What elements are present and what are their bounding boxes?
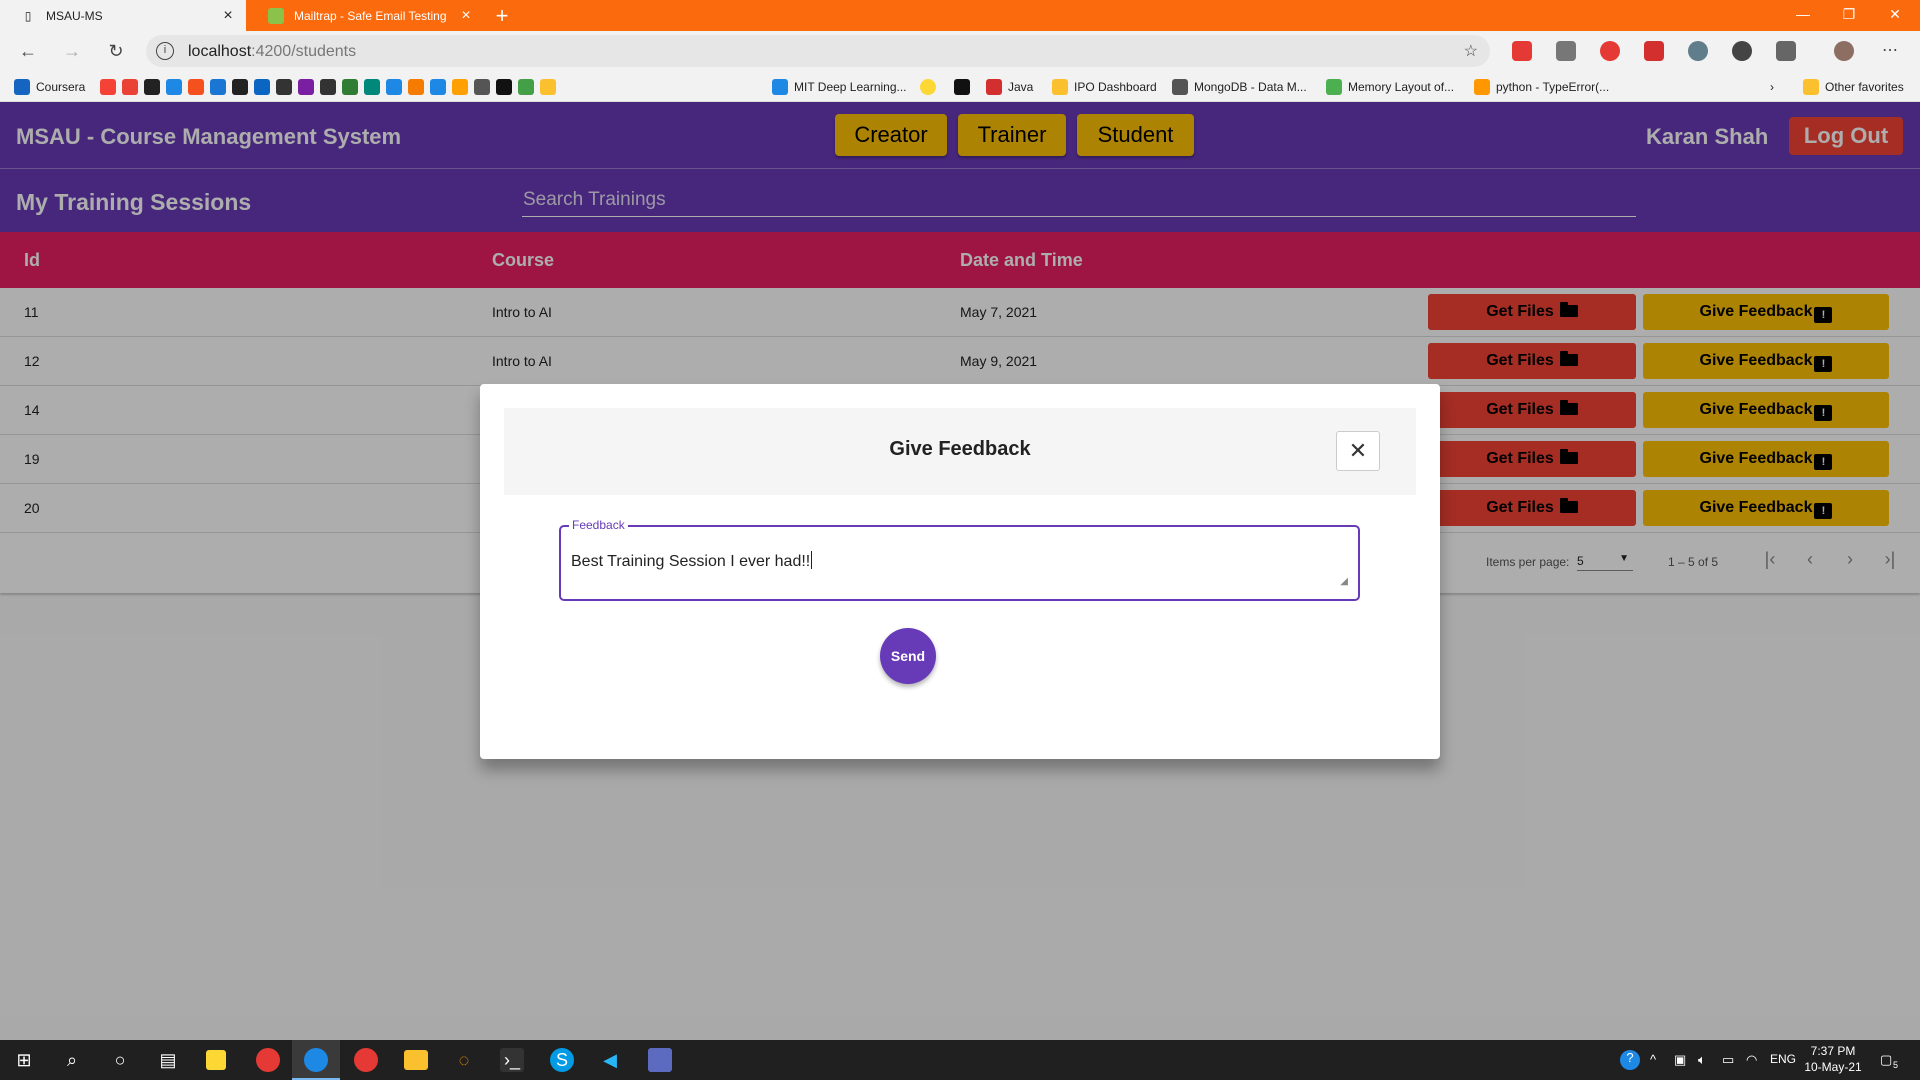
feedback-textarea[interactable]: Best Training Session I ever had!! (571, 551, 813, 571)
url-text: localhost:4200/students (188, 43, 357, 60)
dialog-header: Give Feedback ✕ (504, 408, 1416, 495)
chevron-right-icon[interactable]: › (1770, 77, 1774, 97)
info-icon[interactable]: i (156, 42, 174, 60)
close-tab-icon[interactable]: × (454, 7, 478, 25)
bookmark-memory[interactable]: Memory Layout of... (1326, 77, 1454, 97)
extension-icon[interactable] (1688, 41, 1708, 61)
feedback-field-label: Feedback (569, 518, 628, 532)
edge-icon[interactable] (304, 1048, 328, 1072)
tab-msau[interactable]: ▯ MSAU-MS × (0, 0, 246, 31)
terminal-icon[interactable]: ›_ (500, 1048, 524, 1072)
wifi-icon[interactable]: ◠ (1746, 1052, 1757, 1068)
collections-icon[interactable] (1776, 41, 1796, 61)
opera-icon[interactable] (354, 1048, 378, 1072)
language-indicator[interactable]: ENG (1770, 1052, 1796, 1066)
app-icon[interactable] (648, 1048, 672, 1072)
dialog-title: Give Feedback (889, 438, 1031, 460)
bookmark-mongodb[interactable]: MongoDB - Data M... (1172, 77, 1307, 97)
extension-icon[interactable] (1644, 41, 1664, 61)
back-icon[interactable]: ← (14, 37, 42, 65)
skype-icon[interactable]: S (550, 1048, 574, 1072)
close-tab-icon[interactable]: × (216, 7, 240, 25)
bookmarks-bar: Coursera MIT Deep Learning... Java IPO D… (0, 71, 1920, 102)
new-tab-button[interactable]: + (490, 3, 514, 29)
vscode-icon[interactable]: ◀ (598, 1048, 622, 1072)
bookmark-ipo[interactable]: IPO Dashboard (1052, 77, 1157, 97)
extension-icon[interactable] (1732, 41, 1752, 61)
address-bar[interactable]: i localhost:4200/students ☆ (146, 35, 1490, 67)
task-view-icon[interactable]: ▤ (156, 1048, 180, 1072)
close-window-icon[interactable]: ✕ (1872, 0, 1918, 31)
extension-icon[interactable] (1512, 41, 1532, 61)
bookmark-icons-group[interactable] (100, 77, 562, 97)
search-icon[interactable]: ⌕ (60, 1048, 84, 1072)
page-icon: ▯ (24, 8, 32, 23)
bookmark-coursera[interactable]: Coursera (14, 77, 85, 97)
sticky-notes-icon[interactable] (206, 1050, 226, 1070)
taskbar: ⊞ ⌕ ○ ▤ ◌ ›_ S ◀ ? ^ ▣ 🔈︎ ▭ ◠ ENG 7:37 P… (0, 1040, 1920, 1080)
bookmark-python[interactable]: python - TypeError(... (1474, 77, 1609, 97)
send-button[interactable]: Send (880, 628, 936, 684)
text-caret (811, 551, 813, 569)
notification-count: 5 (1893, 1060, 1899, 1070)
chrome-icon[interactable] (256, 1048, 280, 1072)
more-icon[interactable]: ⋯ (1880, 41, 1900, 61)
avatar[interactable] (1834, 41, 1854, 61)
bookmark-java[interactable]: Java (986, 77, 1033, 97)
cortana-icon[interactable]: ○ (108, 1048, 132, 1072)
volume-icon[interactable]: 🔈︎ (1698, 1052, 1706, 1068)
windows-start-icon[interactable]: ⊞ (12, 1048, 36, 1072)
forward-icon[interactable]: → (58, 37, 86, 65)
device-icon[interactable]: ▣ (1674, 1052, 1686, 1068)
feedback-dialog: Give Feedback ✕ Feedback Best Training S… (480, 384, 1440, 759)
address-toolbar: ← → ↻ i localhost:4200/students ☆ ⋯ (0, 31, 1920, 71)
bookmark-other-favorites[interactable]: Other favorites (1803, 77, 1904, 97)
bookmark-mit[interactable]: MIT Deep Learning... (772, 77, 907, 97)
help-icon[interactable]: ? (1620, 1050, 1640, 1070)
jupyter-icon[interactable]: ◌ (452, 1048, 476, 1072)
browser-tab-strip: ▯ MSAU-MS × Mailtrap - Safe Email Testin… (0, 0, 1920, 31)
resize-handle-icon[interactable]: ◢ (1340, 576, 1348, 587)
clock[interactable]: 7:37 PM 10-May-21 (1798, 1043, 1868, 1075)
bookmark-dark[interactable] (954, 77, 976, 97)
file-explorer-icon[interactable] (404, 1050, 428, 1070)
notifications-icon[interactable]: ▢ (1880, 1052, 1892, 1068)
tab-mailtrap[interactable]: Mailtrap - Safe Email Testing × (248, 0, 484, 31)
feedback-field[interactable]: Feedback Best Training Session I ever ha… (559, 518, 1360, 601)
reload-icon[interactable]: ↻ (102, 37, 130, 65)
chevron-up-icon[interactable]: ^ (1650, 1052, 1656, 1067)
extension-icon[interactable] (1600, 41, 1620, 61)
extension-icon[interactable] (1556, 41, 1576, 61)
favorite-icon[interactable]: ☆ (1464, 41, 1478, 61)
close-button[interactable]: ✕ (1336, 431, 1380, 471)
bookmark-circle[interactable] (920, 77, 942, 97)
mailtrap-icon (268, 7, 284, 24)
restore-icon[interactable]: ❐ (1826, 0, 1872, 31)
close-icon: ✕ (1348, 438, 1368, 463)
battery-icon[interactable]: ▭ (1722, 1052, 1734, 1068)
minimize-icon[interactable]: — (1780, 0, 1826, 31)
